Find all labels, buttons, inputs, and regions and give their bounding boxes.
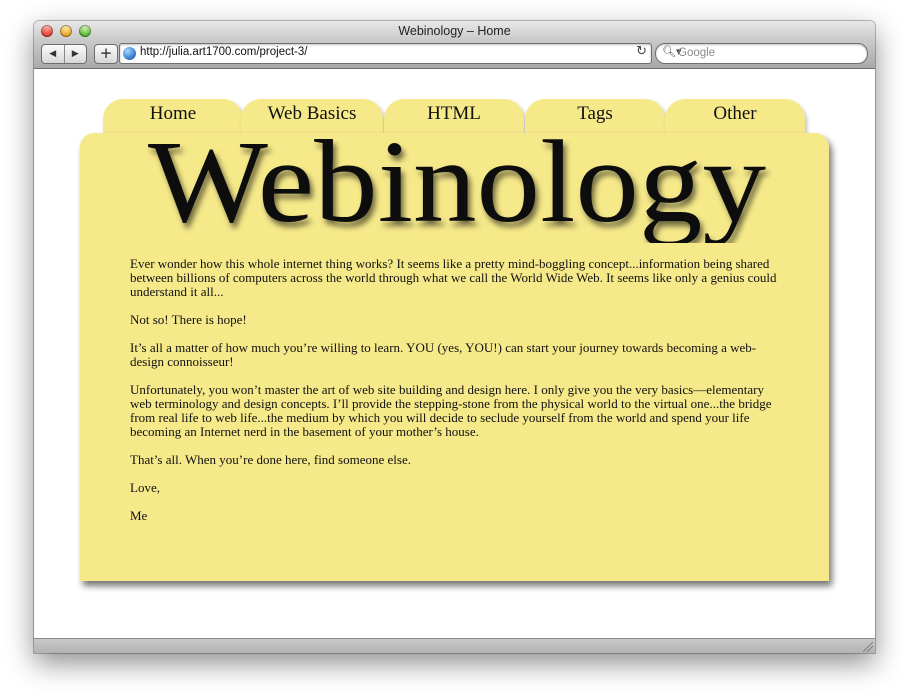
resize-grip-icon[interactable] xyxy=(863,642,873,652)
status-bar xyxy=(34,638,875,653)
paragraph: It’s all a matter of how much you’re wil… xyxy=(130,340,757,369)
browser-toolbar: ◀ ▶ + http://julia.art1700.com/project-3… xyxy=(34,41,875,69)
url-text[interactable]: http://julia.art1700.com/project-3/ xyxy=(140,46,307,58)
paragraph: Ever wonder how this whole internet thin… xyxy=(130,256,777,299)
site-logo: Webinology xyxy=(148,133,766,243)
search-input[interactable] xyxy=(678,45,858,61)
reload-icon[interactable]: ↻ xyxy=(636,44,647,59)
forward-arrow-icon: ▶ xyxy=(71,49,79,59)
content-panel: Webinology Ever wonder how this whole in… xyxy=(80,133,829,581)
logo-text: Webinology xyxy=(148,133,766,243)
paragraph: Unfortunately, you won’t master the art … xyxy=(130,382,772,439)
search-box[interactable]: 🔍︎▾ xyxy=(655,43,868,64)
globe-icon xyxy=(123,47,136,60)
address-bar[interactable]: http://julia.art1700.com/project-3/ ↻ xyxy=(119,43,652,64)
back-arrow-icon: ◀ xyxy=(49,49,57,59)
signature: Me xyxy=(130,508,148,523)
page-content: Home Web Basics HTML Tags Other Webinolo… xyxy=(34,69,875,639)
back-forward-control: ◀ ▶ xyxy=(41,44,87,64)
article-body: Ever wonder how this whole internet thin… xyxy=(130,257,778,537)
browser-window: Webinology – Home ◀ ▶ + http://julia.art… xyxy=(34,21,875,653)
plus-icon: + xyxy=(99,44,113,62)
paragraph: That’s all. When you’re done here, find … xyxy=(130,452,411,467)
back-button[interactable]: ◀ xyxy=(42,45,65,63)
title-bar: Webinology – Home xyxy=(34,21,875,41)
paragraph: Not so! There is hope! xyxy=(130,312,247,327)
paragraph: Love, xyxy=(130,480,160,495)
add-bookmark-button[interactable]: + xyxy=(94,44,118,64)
window-title: Webinology – Home xyxy=(398,24,511,38)
forward-button[interactable]: ▶ xyxy=(65,45,87,63)
